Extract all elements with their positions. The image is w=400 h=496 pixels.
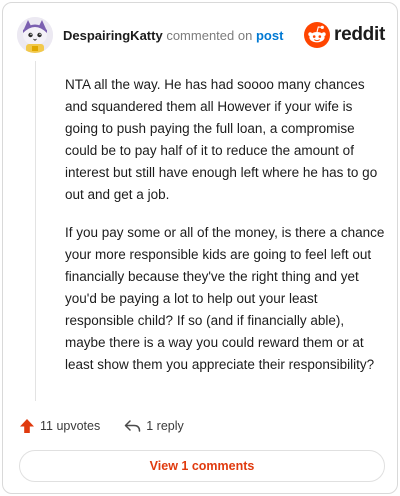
avatar-cat-icon [17,17,53,53]
reply-icon [124,420,141,432]
comment-body: NTA all the way. He has had soooo many c… [65,74,385,392]
reply-count: 1 reply [146,419,184,433]
commented-on-text: commented on [166,28,253,43]
reddit-brand[interactable]: reddit [304,22,385,48]
reddit-wordmark: reddit [334,24,385,45]
comment-byline: DespairingKatty commented on post [63,28,283,43]
reddit-logo-icon [304,22,331,48]
comment-header: DespairingKatty commented on post reddit [17,17,385,53]
thread-line [35,61,36,401]
upvote-arrow-icon [20,419,34,433]
comment-card: DespairingKatty commented on post reddit… [2,2,398,494]
username[interactable]: DespairingKatty [63,28,163,43]
user-avatar[interactable] [17,17,53,53]
reply-button[interactable]: 1 reply [124,419,184,433]
comment-paragraph: NTA all the way. He has had soooo many c… [65,77,378,202]
upvote-button[interactable]: 11 upvotes [19,418,100,434]
post-link[interactable]: post [256,28,283,43]
view-comments-button[interactable]: View 1 comments [19,450,385,482]
comment-paragraph: If you pay some or all of the money, is … [65,225,385,372]
comment-actions: 11 upvotes 1 reply [19,415,379,437]
upvote-count: 11 upvotes [40,419,101,433]
